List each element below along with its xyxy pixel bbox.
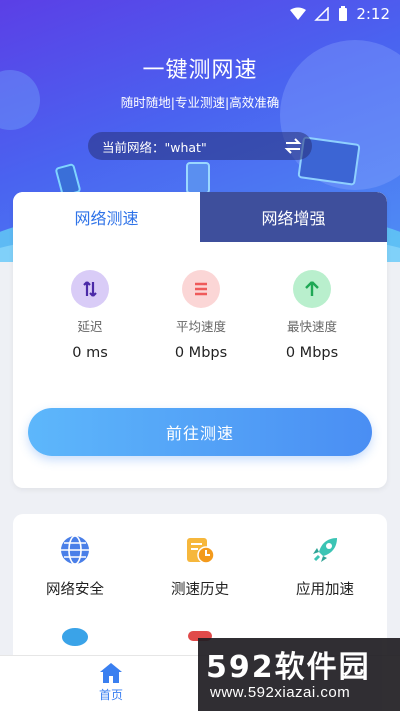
wifi-icon [290,7,307,20]
page-title: 一键测网速 [142,58,258,83]
start-speedtest-button[interactable]: 前往测速 [28,408,372,456]
signal-icon [314,7,330,21]
rocket-icon [313,538,337,562]
metrics-row: 延迟 0 ms 平均速度 0 Mbps 最快速度 0 Mbps [13,242,387,361]
metric-label: 最快速度 [286,319,337,334]
speedtest-card: 网络测速 网络增强 延迟 0 ms 平均速度 0 Mbps 最快速度 0 Mbp… [13,192,387,488]
tool-speed-history[interactable]: 测速历史 [138,534,262,599]
current-network-bar[interactable]: 当前网络："what" [88,132,312,160]
current-network-label: 当前网络："what" [102,139,207,155]
updown-arrows-icon [71,270,109,308]
cloud-icon [62,628,88,646]
metric-value: 0 Mbps [285,345,339,361]
tool-label: 网络安全 [46,582,104,598]
status-time: 2:12 [356,5,390,23]
metric-label: 平均速度 [175,319,226,334]
monitor-illustration [186,162,210,194]
tab-speedtest[interactable]: 网络测速 [13,192,200,242]
tool-network-security[interactable]: 网络安全 [13,534,137,599]
up-arrow-icon [293,270,331,308]
globe-icon [61,535,89,565]
tool-label: 应用加速 [296,582,354,598]
nav-home[interactable]: 首页 [82,662,140,703]
metric-label: 延迟 [77,319,103,334]
history-icon [187,538,215,564]
nav-home-label: 首页 [98,688,123,702]
menu-lines-icon [182,270,220,308]
switch-network-icon[interactable] [282,135,304,157]
watermark-url: www.592xiazai.com [210,684,351,701]
status-bar: 2:12 [0,0,400,28]
home-icon [100,663,122,683]
metric-avg-speed: 平均速度 0 Mbps [146,270,256,361]
tab-network-boost[interactable]: 网络增强 [200,192,387,242]
watermark-brand: 592软件园 [206,650,371,685]
tool-partial[interactable] [13,621,137,651]
watermark-logo: 592软件园 www.592xiazai.com [198,638,400,711]
tools-grid: 网络安全 测速历史 应用加速 [13,514,387,599]
tool-app-boost[interactable]: 应用加速 [263,534,387,599]
page-subtitle: 随时随地|专业测速|高效准确 [120,95,280,110]
metric-latency: 延迟 0 ms [35,270,145,361]
battery-icon [339,6,348,21]
tool-label: 测速历史 [171,582,229,598]
metric-value: 0 Mbps [174,345,228,361]
metric-value: 0 ms [72,345,108,361]
tab-bar: 网络测速 网络增强 [13,192,387,242]
metric-max-speed: 最快速度 0 Mbps [257,270,367,361]
